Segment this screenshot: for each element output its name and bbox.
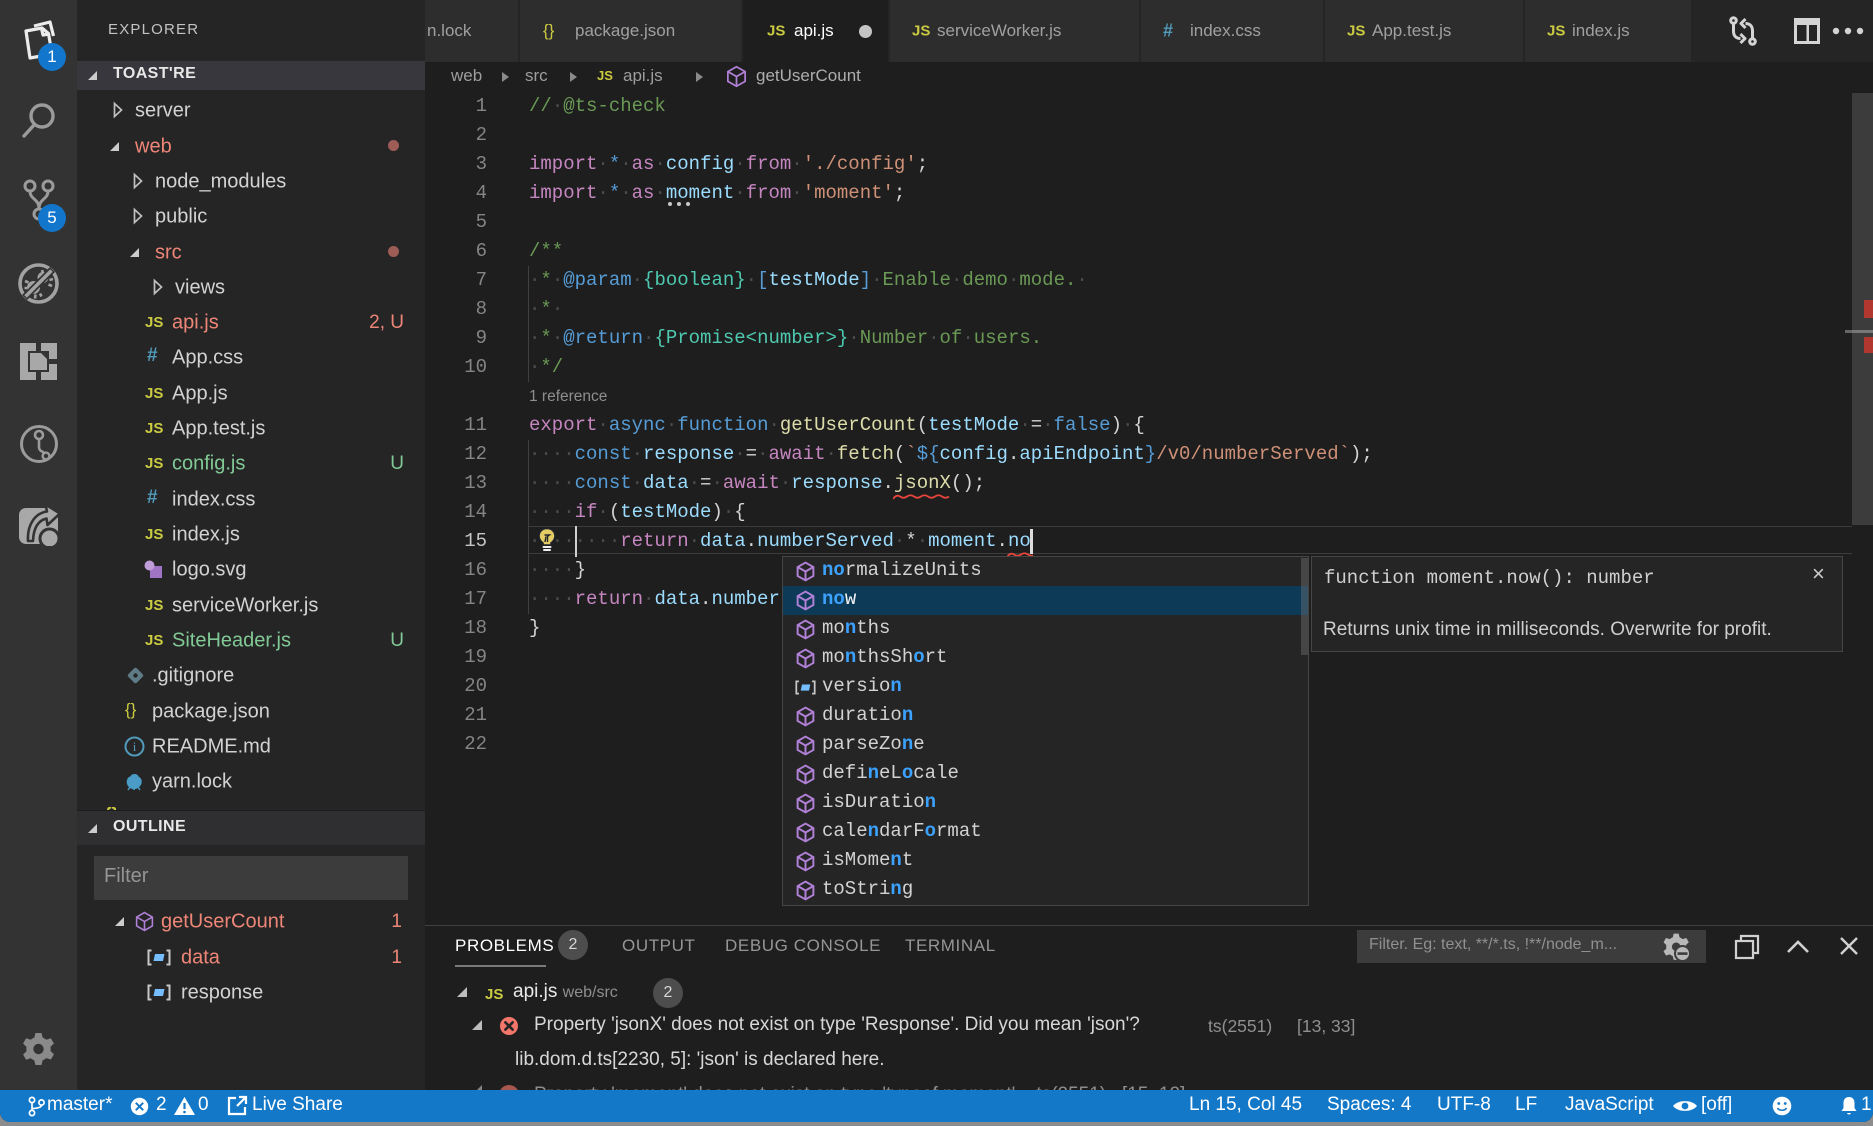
- svg-text:i: i: [133, 739, 137, 754]
